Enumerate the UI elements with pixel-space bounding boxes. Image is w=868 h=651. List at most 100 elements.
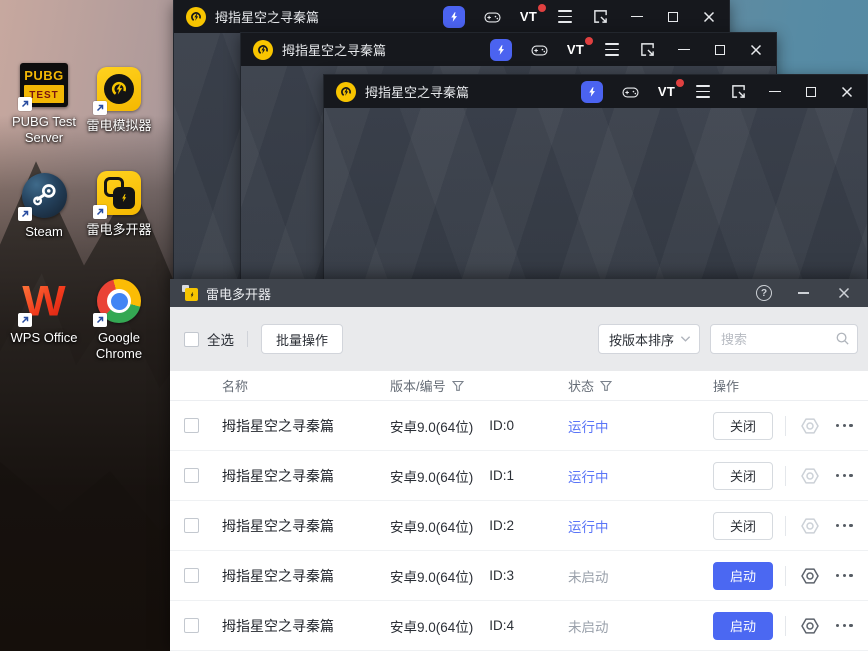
close-button[interactable] (747, 41, 764, 58)
stop-button[interactable]: 关闭 (713, 511, 773, 540)
desktop-icon-label: Steam (25, 224, 63, 239)
minimize-button[interactable] (628, 8, 645, 25)
manager-titlebar[interactable]: 雷电多开器 ? (170, 279, 868, 307)
shortcut-arrow-icon (18, 313, 32, 327)
emulator-titlebar[interactable]: 拇指星空之寻秦篇 VT (241, 33, 776, 66)
close-button[interactable] (700, 8, 717, 25)
ops-divider (785, 515, 786, 536)
instance-name: 拇指星空之寻秦篇 (222, 517, 334, 534)
settings-gear-icon[interactable] (799, 515, 821, 537)
shortcut-arrow-icon (93, 313, 107, 327)
start-button[interactable]: 启动 (713, 611, 773, 640)
filter-icon[interactable] (600, 380, 613, 392)
boost-icon[interactable] (443, 5, 465, 28)
stop-button[interactable]: 关闭 (713, 461, 773, 490)
select-all-checkbox[interactable] (184, 331, 199, 347)
maximize-button[interactable] (802, 83, 819, 100)
row-checkbox[interactable] (184, 618, 199, 633)
boost-icon[interactable] (490, 38, 512, 61)
mini-window-icon[interactable] (639, 41, 656, 58)
emulator-titlebar[interactable]: 拇指星空之寻秦篇 VT (324, 75, 867, 108)
ldplayer-logo-icon (336, 81, 356, 102)
desktop-icon-ldplayer[interactable]: 雷电模拟器 (75, 66, 163, 134)
row-checkbox[interactable] (184, 418, 199, 433)
notification-dot (585, 37, 593, 45)
gamepad-icon[interactable] (531, 41, 548, 58)
start-button[interactable]: 启动 (713, 561, 773, 590)
toolbar-divider (247, 331, 248, 347)
shortcut-arrow-icon (93, 205, 107, 219)
window-title: 拇指星空之寻秦篇 (282, 43, 387, 58)
menu-icon[interactable] (556, 8, 573, 25)
instance-id: ID:2 (489, 518, 515, 533)
batch-operations-button[interactable]: 批量操作 (261, 324, 344, 354)
minimize-button[interactable] (795, 285, 812, 302)
stop-button[interactable]: 关闭 (713, 411, 773, 440)
gamepad-icon[interactable] (622, 83, 639, 100)
instance-version: 安卓9.0(64位) (390, 419, 474, 435)
instance-name: 拇指星空之寻秦篇 (222, 567, 334, 584)
mini-window-icon[interactable] (730, 83, 747, 100)
instance-table: 拇指星空之寻秦篇 安卓9.0(64位) ID:0 运行中 关闭 拇指星空之寻秦篇 … (170, 401, 868, 651)
desktop-icon-google-chrome[interactable]: Google Chrome (75, 278, 163, 362)
instance-version: 安卓9.0(64位) (390, 569, 474, 585)
vt-icon[interactable]: VT (658, 79, 684, 100)
maximize-button[interactable] (664, 8, 681, 25)
ops-divider (785, 565, 786, 586)
mini-window-icon[interactable] (592, 8, 609, 25)
desktop-icon-label: WPS Office (10, 330, 78, 345)
header-status: 状态 (568, 379, 595, 394)
minimize-button[interactable] (675, 41, 692, 58)
row-checkbox[interactable] (184, 468, 199, 483)
header-name: 名称 (222, 379, 249, 394)
ldplayer-logo-icon (253, 39, 273, 60)
more-options-icon[interactable] (832, 470, 857, 481)
close-button[interactable] (838, 83, 855, 100)
help-icon[interactable]: ? (756, 285, 772, 301)
manager-toolbar: 全选 批量操作 按版本排序 (170, 307, 868, 371)
instance-id: ID:4 (489, 618, 515, 633)
emulator-titlebar[interactable]: 拇指星空之寻秦篇 VT (174, 0, 729, 33)
ops-divider (785, 465, 786, 486)
notification-dot (538, 4, 546, 12)
filter-icon[interactable] (451, 380, 464, 392)
maximize-button[interactable] (711, 41, 728, 58)
desktop: PUBG TEST PUBG Test Server 雷电模拟器 Steam 雷… (0, 0, 868, 651)
menu-icon[interactable] (603, 41, 620, 58)
emulator-screen[interactable] (324, 108, 867, 280)
table-row: 拇指星空之寻秦篇 安卓9.0(64位) ID:3 未启动 启动 (170, 551, 868, 601)
minimize-button[interactable] (766, 83, 783, 100)
more-options-icon[interactable] (832, 570, 857, 581)
table-row: 拇指星空之寻秦篇 安卓9.0(64位) ID:0 运行中 关闭 (170, 401, 868, 451)
sort-dropdown[interactable]: 按版本排序 (598, 324, 700, 354)
settings-gear-icon[interactable] (799, 415, 821, 437)
shortcut-arrow-icon (93, 101, 107, 115)
instance-name: 拇指星空之寻秦篇 (222, 417, 334, 434)
status-badge: 未启动 (568, 619, 609, 635)
vt-icon[interactable]: VT (520, 4, 546, 25)
instance-id: ID:1 (489, 468, 515, 483)
gamepad-icon[interactable] (484, 8, 501, 25)
pubg-icon-text: PUBG (24, 67, 64, 83)
settings-gear-icon[interactable] (799, 615, 821, 637)
instance-name: 拇指星空之寻秦篇 (222, 467, 334, 484)
boost-icon[interactable] (581, 80, 603, 103)
desktop-icon-label: 雷电模拟器 (86, 118, 152, 133)
shortcut-arrow-icon (18, 207, 32, 221)
pubg-icon-test-text: TEST (29, 89, 59, 101)
more-options-icon[interactable] (832, 620, 857, 631)
more-options-icon[interactable] (832, 420, 857, 431)
settings-gear-icon[interactable] (799, 465, 821, 487)
close-button[interactable] (835, 285, 852, 302)
instance-id: ID:3 (489, 568, 515, 583)
vt-icon[interactable]: VT (567, 37, 593, 58)
more-options-icon[interactable] (832, 520, 857, 531)
menu-icon[interactable] (694, 83, 711, 100)
row-checkbox[interactable] (184, 568, 199, 583)
settings-gear-icon[interactable] (799, 565, 821, 587)
window-title: 拇指星空之寻秦篇 (365, 85, 470, 100)
desktop-icon-label: 雷电多开器 (86, 222, 152, 237)
desktop-icon-ld-multiplayer[interactable]: 雷电多开器 (75, 170, 163, 238)
emulator-window-3: 拇指星空之寻秦篇 VT (323, 74, 868, 281)
row-checkbox[interactable] (184, 518, 199, 533)
